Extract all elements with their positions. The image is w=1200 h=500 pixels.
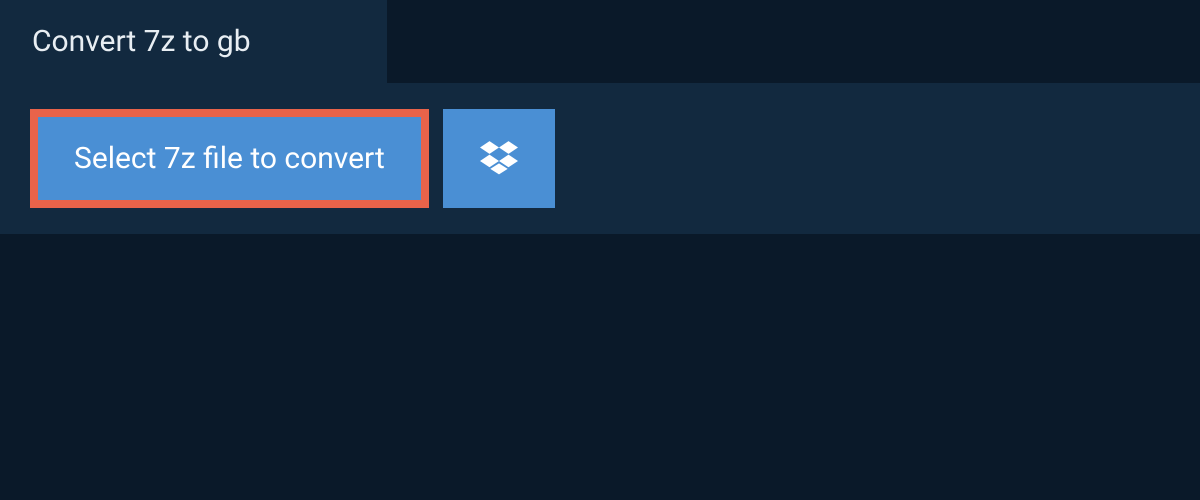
select-file-button[interactable]: Select 7z file to convert — [30, 109, 429, 208]
select-file-label: Select 7z file to convert — [74, 141, 385, 176]
dropbox-button[interactable] — [443, 109, 555, 208]
dropbox-icon — [480, 138, 518, 180]
tab-convert[interactable]: Convert 7z to gb — [0, 0, 387, 83]
tab-title: Convert 7z to gb — [32, 24, 251, 59]
button-row: Select 7z file to convert — [30, 109, 1170, 208]
upload-panel: Select 7z file to convert — [0, 83, 1200, 234]
